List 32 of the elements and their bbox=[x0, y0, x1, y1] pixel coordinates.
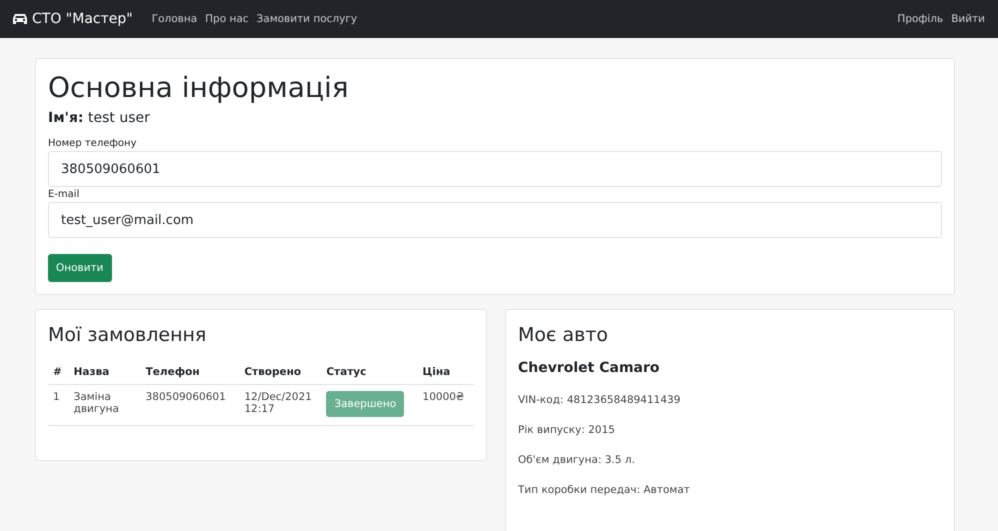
field-label: E-mail bbox=[48, 189, 80, 200]
table-cell: 380509060601 bbox=[140, 384, 240, 426]
input-field[interactable]: 380509060601 bbox=[48, 151, 942, 187]
table-cell: Заміна двигуна bbox=[68, 384, 141, 426]
column-header: Телефон bbox=[140, 360, 240, 384]
column-header: Назва bbox=[68, 360, 141, 384]
car-icon bbox=[12, 13, 28, 25]
nav-link[interactable]: Про нас bbox=[204, 11, 250, 27]
brand-name[interactable]: СТО "Мастер" bbox=[32, 11, 133, 27]
nav-link[interactable]: Замовити послугу bbox=[256, 11, 358, 27]
column-header: # bbox=[48, 360, 69, 384]
nav-link[interactable]: Головна bbox=[150, 11, 198, 27]
column-header: Статус bbox=[321, 360, 418, 384]
page-title: Основна інформація bbox=[48, 71, 350, 104]
car-detail: Об'єм двигуна: 3.5 л. bbox=[518, 454, 636, 466]
table-cell: 12/Dec/2021 12:17 bbox=[239, 384, 322, 426]
section-title: Моє авто bbox=[518, 324, 610, 346]
field-label: Номер телефону bbox=[48, 138, 138, 149]
car-detail: VIN-код: 48123658489411439 bbox=[518, 394, 682, 406]
car-model: Chevrolet Camaro bbox=[518, 360, 661, 376]
table-cell: 1 bbox=[48, 384, 69, 426]
column-header: Ціна bbox=[418, 360, 474, 384]
column-header: Створено bbox=[239, 360, 322, 384]
update-button[interactable]: Оновити bbox=[48, 254, 112, 282]
input-field[interactable]: test_user@mail.com bbox=[48, 202, 942, 238]
nav-link[interactable]: Вийти bbox=[950, 11, 986, 27]
nav-link[interactable]: Профіль bbox=[896, 11, 944, 27]
table-cell: 10000₴ bbox=[418, 384, 474, 426]
car-detail: Рік випуску: 2015 bbox=[518, 424, 616, 436]
section-title: Мої замовлення bbox=[48, 324, 208, 346]
car-detail: Тип коробки передач: Автомат bbox=[518, 484, 691, 496]
user-name: Ім'я: test user bbox=[48, 110, 151, 126]
